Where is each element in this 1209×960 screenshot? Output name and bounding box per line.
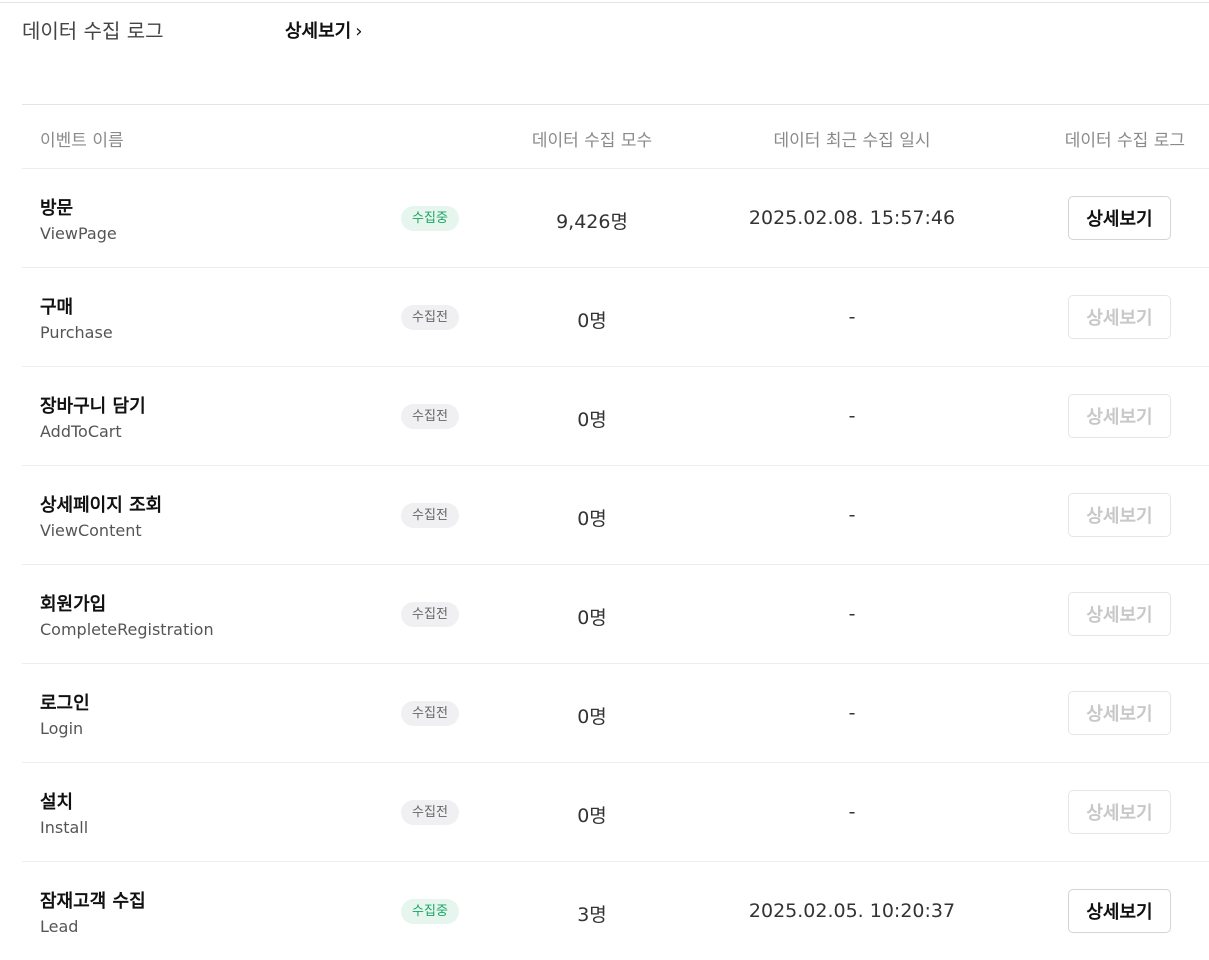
view-log-button[interactable]: 상세보기 [1068, 592, 1171, 636]
collection-count: 3명 [577, 904, 607, 926]
chevron-right-icon: › [355, 21, 363, 42]
status-badge: 수집전 [401, 404, 459, 429]
table-body: 방문 ViewPage 수집중 9,426명 2025.02.08. 15:57:46 상… [22, 169, 1209, 960]
collection-count: 0명 [577, 409, 607, 431]
table-row: 잠재고객 수집 Lead 수집중 3명 2025.02.05. 10:20:37 상세보기 [22, 862, 1209, 960]
event-code: AddToCart [40, 422, 122, 441]
column-header-log: 데이터 수집 로그 [1064, 131, 1185, 151]
status-badge: 수집전 [401, 503, 459, 528]
detail-link-label: 상세보기 [285, 21, 352, 42]
detail-link[interactable]: 상세보기 › [285, 17, 362, 43]
table-row: 설치 Install 수집전 0명 - 상세보기 [22, 763, 1209, 862]
view-log-button[interactable]: 상세보기 [1068, 394, 1171, 438]
collection-count: 0명 [577, 805, 607, 827]
status-badge: 수집중 [401, 206, 459, 231]
collection-count: 0명 [577, 508, 607, 530]
view-log-button[interactable]: 상세보기 [1068, 493, 1171, 537]
event-name: 상세페이지 조회 [40, 495, 163, 516]
table-row: 구매 Purchase 수집전 0명 - 상세보기 [22, 268, 1209, 367]
event-code: ViewPage [40, 224, 117, 243]
last-collected-at: 2025.02.05. 10:20:37 [748, 900, 956, 922]
event-name: 잠재고객 수집 [40, 891, 146, 912]
last-collected-at: - [848, 306, 856, 328]
column-header-event-name: 이벤트 이름 [40, 131, 124, 151]
last-collected-at: - [848, 702, 856, 724]
table-row: 방문 ViewPage 수집중 9,426명 2025.02.08. 15:57:46 상… [22, 169, 1209, 268]
status-badge: 수집전 [401, 305, 459, 330]
last-collected-at: - [848, 405, 856, 427]
event-code: Install [40, 818, 89, 837]
last-collected-at: - [848, 801, 856, 823]
table-header: 이벤트 이름 데이터 수집 모수 데이터 최근 수집 일시 데이터 수집 로그 [22, 105, 1209, 169]
table-row: 회원가입 CompleteRegistration 수집전 0명 - 상세보기 [22, 565, 1209, 664]
view-log-button[interactable]: 상세보기 [1068, 295, 1171, 339]
event-name: 회원가입 [40, 594, 107, 615]
event-code: Login [40, 719, 84, 738]
event-code: ViewContent [40, 521, 142, 540]
column-header-count: 데이터 수집 모수 [531, 131, 653, 151]
table-row: 장바구니 담기 AddToCart 수집전 0명 - 상세보기 [22, 367, 1209, 466]
last-collected-at: - [848, 504, 856, 526]
collection-count: 0명 [577, 607, 607, 629]
section-title: 데이터 수집 로그 [22, 19, 164, 43]
event-name: 구매 [40, 297, 74, 318]
status-badge: 수집중 [401, 899, 459, 924]
event-name: 방문 [40, 198, 74, 219]
table-row: 로그인 Login 수집전 0명 - 상세보기 [22, 664, 1209, 763]
column-header-last-collected: 데이터 최근 수집 일시 [773, 131, 931, 151]
status-badge: 수집전 [401, 701, 459, 726]
collection-count: 0명 [577, 310, 607, 332]
event-code: Lead [40, 917, 79, 936]
view-log-button[interactable]: 상세보기 [1068, 196, 1171, 240]
view-log-button[interactable]: 상세보기 [1068, 691, 1171, 735]
event-name: 로그인 [40, 693, 90, 714]
collection-count: 0명 [577, 706, 607, 728]
status-badge: 수집전 [401, 602, 459, 627]
view-log-button[interactable]: 상세보기 [1068, 790, 1171, 834]
event-code: Purchase [40, 323, 113, 342]
collection-count: 9,426명 [556, 211, 628, 233]
event-name: 장바구니 담기 [40, 396, 146, 417]
event-code: CompleteRegistration [40, 620, 214, 639]
last-collected-at: - [848, 603, 856, 625]
status-badge: 수집전 [401, 800, 459, 825]
last-collected-at: 2025.02.08. 15:57:46 [748, 207, 956, 229]
event-name: 설치 [40, 792, 74, 813]
top-divider [0, 2, 1209, 3]
view-log-button[interactable]: 상세보기 [1068, 889, 1171, 933]
event-table: 이벤트 이름 데이터 수집 모수 데이터 최근 수집 일시 데이터 수집 로그 … [22, 104, 1209, 960]
table-row: 상세페이지 조회 ViewContent 수집전 0명 - 상세보기 [22, 466, 1209, 565]
